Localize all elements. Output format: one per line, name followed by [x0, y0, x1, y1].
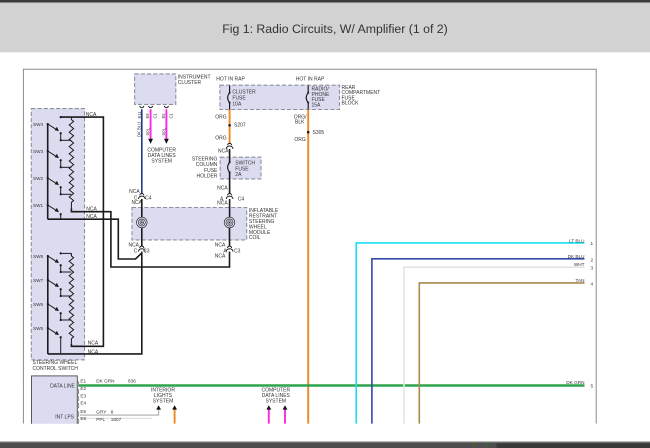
- svg-text:HOT IN RAP: HOT IN RAP: [296, 77, 325, 83]
- svg-text:SYSTEM: SYSTEM: [153, 398, 174, 404]
- svg-text:SW4: SW4: [33, 122, 44, 127]
- svg-text:C4: C4: [145, 196, 152, 202]
- svg-text:DK GRN: DK GRN: [96, 378, 114, 383]
- svg-text:): ): [77, 402, 79, 409]
- svg-text:SW7: SW7: [33, 278, 44, 283]
- svg-text:LT BLU: LT BLU: [569, 238, 585, 243]
- svg-text:SW3: SW3: [33, 149, 44, 154]
- svg-text:): ): [77, 388, 79, 395]
- svg-text:NCA: NCA: [88, 349, 99, 355]
- svg-text:SW5: SW5: [33, 326, 44, 331]
- svg-text:PPL: PPL: [146, 127, 151, 136]
- svg-text:INT LPS: INT LPS: [55, 415, 74, 421]
- svg-text:): ): [77, 395, 79, 402]
- svg-text:SW2: SW2: [33, 176, 44, 181]
- svg-text:ORG: ORG: [294, 137, 306, 143]
- svg-text:NCA: NCA: [86, 112, 97, 118]
- svg-text:E2: E2: [80, 386, 86, 391]
- svg-text:2: 2: [591, 257, 594, 262]
- svg-text:5: 5: [591, 384, 594, 389]
- svg-text:4: 4: [591, 281, 594, 286]
- svg-text:1807: 1807: [111, 417, 122, 422]
- svg-text:836: 836: [128, 378, 136, 383]
- svg-text:3: 3: [591, 265, 594, 270]
- svg-text:BLK: BLK: [295, 120, 305, 126]
- svg-text:COIL: COIL: [249, 235, 261, 241]
- svg-text:E3: E3: [80, 393, 86, 398]
- svg-text:Fig 1: Radio Circuits, W/ Ampl: Fig 1: Radio Circuits, W/ Amplifier (1 o…: [222, 22, 448, 36]
- svg-text:CONTROL SWITCH: CONTROL SWITCH: [33, 366, 79, 372]
- svg-text:SW1: SW1: [33, 203, 44, 208]
- svg-text:PPL: PPL: [162, 127, 167, 136]
- svg-text:C1: C1: [153, 112, 158, 118]
- svg-text:SW6: SW6: [33, 302, 44, 307]
- svg-text:NCA: NCA: [129, 189, 140, 195]
- svg-text:E5: E5: [80, 409, 86, 414]
- svg-text:HOLDER: HOLDER: [197, 174, 218, 180]
- svg-text:): ): [77, 380, 79, 387]
- svg-text:DK BLU: DK BLU: [137, 122, 142, 137]
- svg-text:DK GRN: DK GRN: [566, 380, 584, 385]
- svg-text:E6: E6: [80, 416, 86, 421]
- svg-text:15A: 15A: [312, 102, 322, 108]
- svg-text:NCA: NCA: [215, 254, 226, 260]
- svg-text:SW8: SW8: [33, 254, 44, 259]
- svg-text:E5: E5: [161, 113, 166, 119]
- svg-text:): ): [77, 411, 79, 418]
- svg-text:ORG: ORG: [215, 115, 227, 121]
- svg-text:1: 1: [591, 241, 594, 246]
- svg-text:2A: 2A: [235, 172, 242, 178]
- svg-text:WHT: WHT: [574, 262, 585, 267]
- svg-text:C3: C3: [234, 248, 241, 254]
- svg-text:C: C: [134, 248, 138, 254]
- svg-text:GRY: GRY: [96, 410, 107, 415]
- svg-text:HOT IN RAP: HOT IN RAP: [216, 77, 245, 83]
- svg-text:S305: S305: [313, 130, 325, 136]
- svg-text:10A: 10A: [232, 101, 242, 107]
- svg-text:CLUSTER: CLUSTER: [178, 80, 202, 86]
- svg-text:NCA: NCA: [86, 207, 97, 213]
- svg-text:E9: E9: [145, 113, 150, 119]
- svg-text:TAN: TAN: [575, 278, 584, 283]
- svg-text:DK BLU: DK BLU: [568, 254, 586, 259]
- svg-text:ORG: ORG: [215, 136, 227, 142]
- svg-text:DATA LINE: DATA LINE: [50, 383, 75, 389]
- svg-text:S207: S207: [234, 123, 246, 129]
- svg-text:NCA: NCA: [218, 149, 229, 155]
- svg-text:SYSTEM: SYSTEM: [266, 398, 287, 404]
- svg-text:C3: C3: [143, 248, 150, 254]
- svg-text:C1: C1: [168, 112, 173, 118]
- svg-text:BLOCK: BLOCK: [342, 101, 360, 107]
- svg-text:PPL: PPL: [96, 417, 105, 422]
- svg-text:C: C: [134, 196, 138, 202]
- svg-text:NCA: NCA: [88, 340, 99, 346]
- svg-text:SYSTEM: SYSTEM: [151, 159, 172, 165]
- svg-text:NCA: NCA: [86, 214, 97, 220]
- svg-text:NCA: NCA: [217, 185, 228, 191]
- svg-text:E1: E1: [80, 379, 86, 384]
- svg-text:E11: E11: [137, 111, 142, 119]
- svg-text:8: 8: [111, 410, 114, 415]
- svg-text:E4: E4: [80, 401, 86, 406]
- svg-text:C4: C4: [238, 196, 245, 202]
